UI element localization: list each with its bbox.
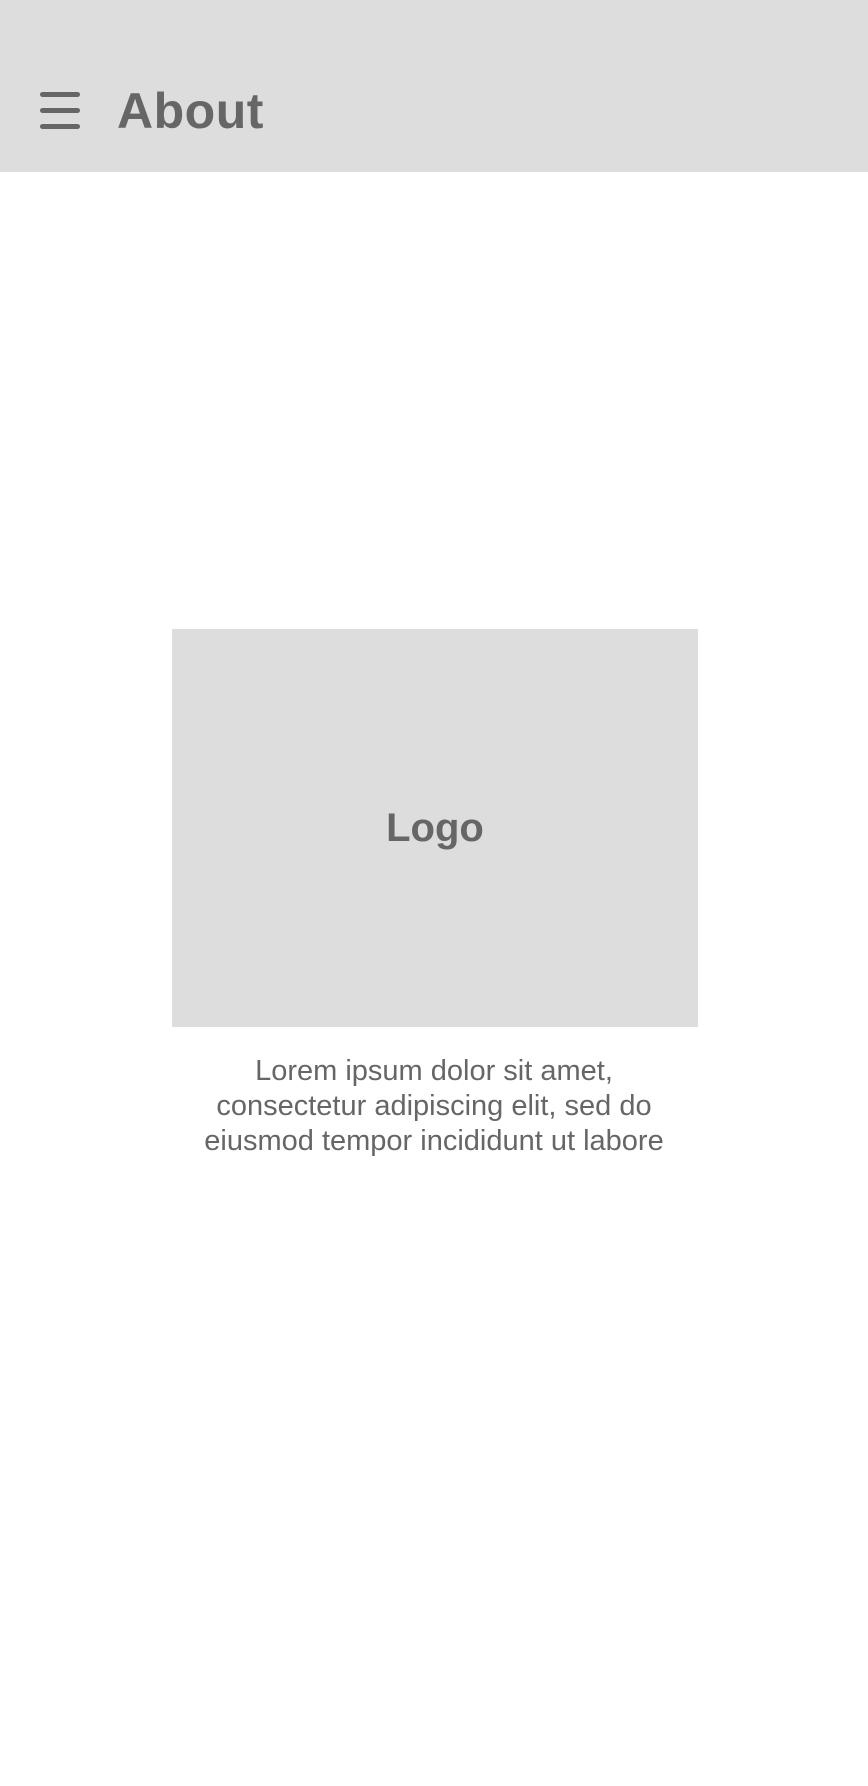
menu-button[interactable]: [38, 90, 84, 132]
page-title: About: [117, 83, 264, 139]
logo-placeholder: Logo: [172, 629, 698, 1027]
description-line: consectetur adipiscing elit, sed do: [216, 1090, 652, 1122]
logo-label: Logo: [386, 805, 484, 850]
description-text: Lorem ipsum dolor sit amet, consectetur …: [150, 1054, 718, 1159]
description-line: eiusmod tempor incididunt ut labore: [204, 1125, 664, 1157]
description-line: Lorem ipsum dolor sit amet,: [255, 1055, 613, 1087]
app-bar: About: [0, 0, 868, 172]
hamburger-menu-icon: [40, 92, 80, 129]
about-screen: About Logo Lorem ipsum dolor sit amet, c…: [0, 0, 868, 1786]
